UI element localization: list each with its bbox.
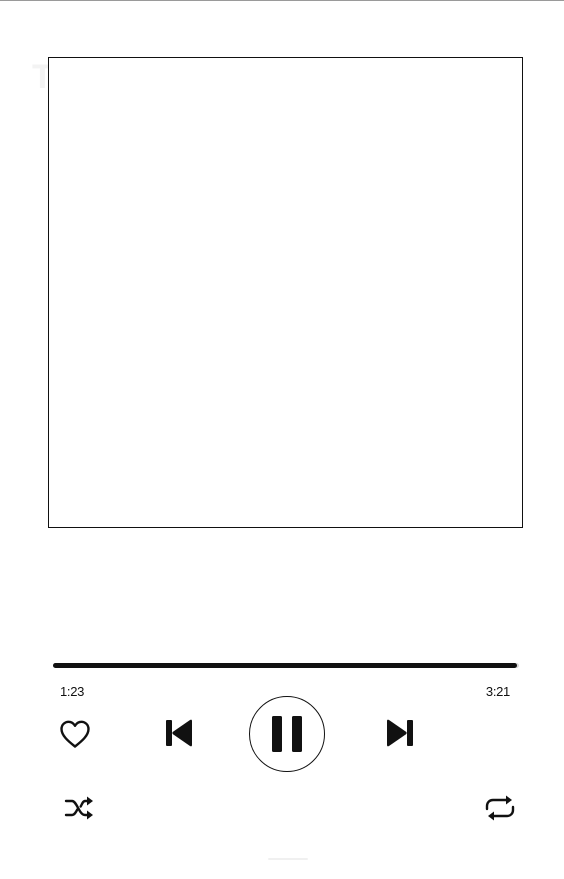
pause-icon xyxy=(270,715,304,753)
elapsed-time: 1:23 xyxy=(60,684,85,699)
heart-outline-icon xyxy=(58,718,92,750)
previous-track-button[interactable] xyxy=(158,712,200,754)
repeat-button[interactable] xyxy=(481,790,519,826)
progress-bar-fill xyxy=(53,663,517,668)
play-pause-button[interactable] xyxy=(249,696,325,772)
next-track-button[interactable] xyxy=(379,712,421,754)
shuffle-button[interactable] xyxy=(61,790,97,826)
repeat-icon xyxy=(483,793,517,823)
home-indicator xyxy=(268,858,308,860)
top-edge-divider xyxy=(0,0,564,1)
like-button[interactable] xyxy=(56,715,94,753)
total-duration: 3:21 xyxy=(485,684,510,699)
skip-next-icon xyxy=(384,717,416,749)
progress-bar[interactable] xyxy=(53,663,519,668)
skip-previous-icon xyxy=(163,717,195,749)
shuffle-icon xyxy=(63,794,95,822)
album-artwork-frame xyxy=(48,57,523,528)
